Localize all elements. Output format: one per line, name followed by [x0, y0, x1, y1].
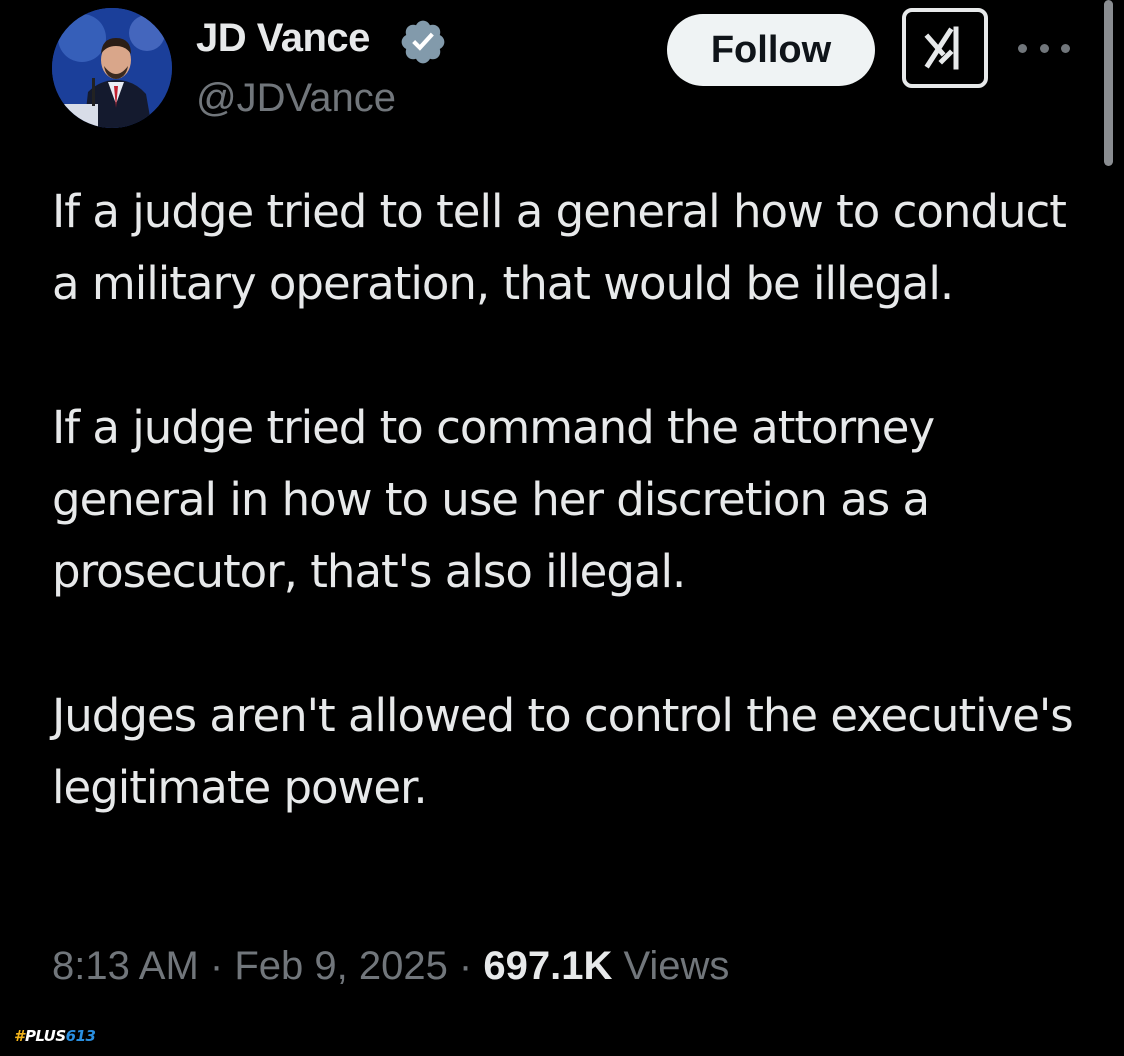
watermark-logo: # PLUS 613	[14, 1022, 96, 1050]
views-label: Views	[612, 944, 730, 988]
watermark-text: PLUS	[24, 1027, 66, 1045]
scrollbar[interactable]	[1104, 0, 1113, 166]
avatar[interactable]	[52, 8, 172, 128]
author-handle[interactable]: @JDVance	[196, 74, 396, 122]
more-options-icon	[1039, 43, 1049, 53]
views-count: 697.1K	[483, 944, 613, 988]
avatar-image	[52, 8, 172, 128]
watermark-hash: #	[14, 1027, 24, 1045]
tweet-paragraph: If a judge tried to tell a general how t…	[52, 185, 1067, 310]
tweet-paragraph: If a judge tried to command the attorney…	[52, 401, 935, 598]
more-options-icon	[1018, 43, 1027, 53]
more-options-button[interactable]	[1018, 36, 1070, 60]
more-options-icon	[1061, 43, 1070, 53]
tweet-date[interactable]: Feb 9, 2025	[234, 944, 448, 988]
meta-separator: ·	[198, 944, 235, 988]
verified-badge-icon	[401, 20, 445, 64]
tweet-paragraph: Judges aren't allowed to control the exe…	[52, 689, 1074, 814]
meta-separator: ·	[447, 944, 484, 988]
tweet-text: If a judge tried to tell a general how t…	[52, 176, 1092, 896]
follow-button[interactable]: Follow	[667, 14, 875, 86]
grok-icon	[924, 26, 959, 70]
grok-button[interactable]	[902, 8, 988, 88]
author-display-name[interactable]: JD Vance	[196, 14, 370, 62]
tweet-time[interactable]: 8:13 AM	[52, 944, 199, 988]
watermark-number: 613	[65, 1027, 96, 1045]
tweet-metadata: 8:13 AM · Feb 9, 2025 · 697.1K Views	[52, 940, 729, 992]
